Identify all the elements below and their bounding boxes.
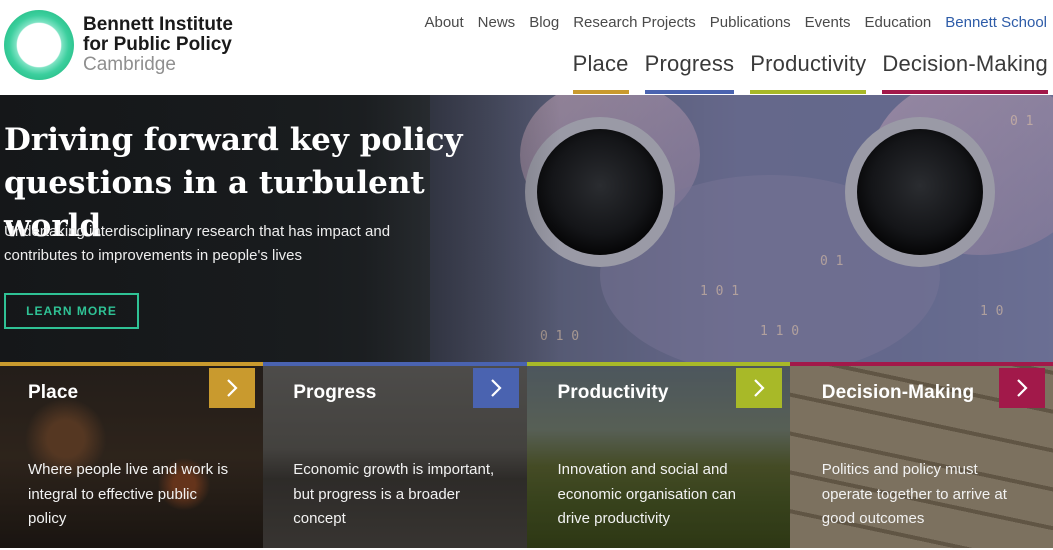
theme-nav-progress-label: Progress: [644, 51, 735, 76]
card-title: Productivity: [557, 382, 669, 403]
chevron-right-icon: [1017, 379, 1028, 397]
theme-nav-place-label: Place: [572, 51, 629, 76]
logo-ring-icon: [4, 10, 74, 80]
svg-text:0 1: 0 1: [1010, 114, 1033, 129]
theme-nav-productivity-underline: [750, 90, 867, 94]
nav-link-publications[interactable]: Publications: [703, 13, 798, 33]
theme-cards: Place Where people live and work is inte…: [0, 362, 1053, 548]
nav-link-bennett-school[interactable]: Bennett School: [938, 13, 1049, 33]
svg-text:1 1 0: 1 1 0: [760, 324, 799, 339]
site-logo[interactable]: Bennett Institute for Public Policy Camb…: [4, 10, 254, 82]
theme-card-decision-making[interactable]: Decision-Making Politics and policy must…: [789, 362, 1053, 548]
card-productivity-arrow-button[interactable]: [735, 368, 782, 408]
theme-nav-decision-making-underline: [882, 90, 1048, 94]
theme-card-place[interactable]: Place Where people live and work is inte…: [0, 362, 264, 548]
theme-navigation: Place Progress Productivity Decision-Mak…: [557, 50, 1048, 94]
nav-link-news[interactable]: News: [471, 13, 523, 33]
theme-nav-progress[interactable]: Progress: [644, 50, 735, 94]
theme-nav-place-underline: [572, 90, 629, 94]
theme-nav-decision-making[interactable]: Decision-Making: [882, 50, 1048, 94]
nav-link-events[interactable]: Events: [798, 13, 858, 33]
site-header: Bennett Institute for Public Policy Camb…: [0, 0, 1053, 95]
card-description: Where people live and work is integral t…: [28, 461, 229, 527]
nav-link-education[interactable]: Education: [858, 13, 939, 33]
hero-subtitle: Undertaking interdisciplinary research t…: [4, 223, 391, 264]
logo-subtitle: Cambridge: [83, 54, 176, 75]
theme-nav-progress-underline: [644, 90, 735, 94]
theme-nav-productivity-label: Productivity: [750, 51, 867, 76]
card-place-arrow-button[interactable]: [209, 368, 256, 408]
card-description: Innovation and social and economic organ…: [557, 461, 736, 527]
logo-title-line1: Bennett Institute: [83, 14, 233, 35]
chevron-right-icon: [753, 379, 765, 397]
chevron-right-icon: [490, 379, 502, 397]
card-description: Politics and policy must operate togethe…: [821, 461, 1007, 527]
card-title: Progress: [293, 382, 377, 403]
chevron-right-icon: [227, 379, 238, 397]
theme-card-progress[interactable]: Progress Economic growth is important, b…: [263, 362, 527, 548]
svg-text:0 1: 0 1: [820, 254, 843, 269]
nav-link-research-projects[interactable]: Research Projects: [566, 13, 703, 33]
theme-nav-place[interactable]: Place: [572, 50, 629, 94]
theme-nav-productivity[interactable]: Productivity: [750, 50, 867, 94]
card-progress-arrow-button[interactable]: [472, 368, 519, 408]
theme-nav-decision-making-label: Decision-Making: [882, 51, 1048, 76]
logo-title-line2: for Public Policy: [83, 34, 232, 55]
svg-text:1 0 1: 1 0 1: [700, 284, 739, 299]
card-description: Economic growth is important, but progre…: [293, 461, 495, 527]
nav-link-about[interactable]: About: [417, 13, 470, 33]
svg-text:1 0: 1 0: [980, 304, 1003, 319]
learn-more-button[interactable]: LEARN MORE: [4, 293, 139, 329]
card-title: Decision-Making: [821, 382, 975, 403]
card-decision-making-arrow-button[interactable]: [999, 368, 1045, 408]
card-title: Place: [28, 382, 79, 403]
top-navigation: About News Blog Research Projects Public…: [417, 13, 1049, 33]
hero-banner: 0 1 0 1 0 1 0 1 1 1 0 0 1 1 0 Driving fo…: [0, 95, 1053, 362]
theme-card-productivity[interactable]: Productivity Innovation and social and e…: [526, 362, 790, 548]
nav-link-blog[interactable]: Blog: [522, 13, 566, 33]
